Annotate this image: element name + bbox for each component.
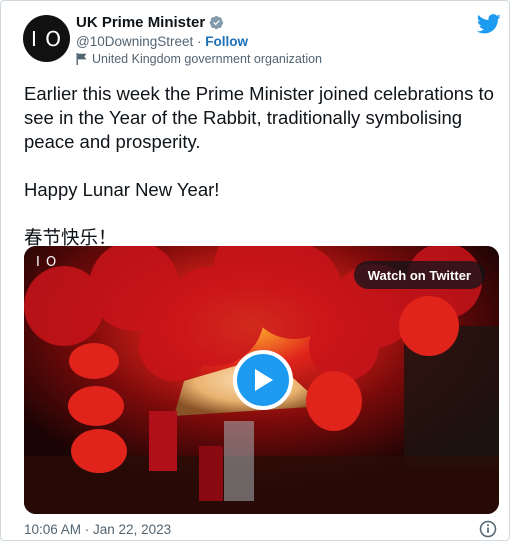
watch-on-twitter-button[interactable]: Watch on Twitter xyxy=(353,261,485,289)
media-logo-text: I O xyxy=(36,255,58,270)
tweet-paragraph: Earlier this week the Prime Minister joi… xyxy=(24,83,494,152)
affiliation-label: United Kingdom government organization xyxy=(76,52,322,66)
verified-badge-icon xyxy=(209,15,224,30)
tweet-paragraph: Happy Lunar New Year! xyxy=(24,179,220,200)
twitter-bird-icon[interactable] xyxy=(477,14,501,34)
flag-icon xyxy=(76,53,87,65)
author-name-line: UK Prime Minister xyxy=(76,14,224,31)
video-thumbnail[interactable]: I O Watch on Twitter xyxy=(24,246,499,514)
author-handle[interactable]: @10DowningStreet xyxy=(76,34,193,49)
play-icon xyxy=(255,369,273,391)
author-handle-line: @10DowningStreet · Follow xyxy=(76,34,248,49)
follow-link[interactable]: Follow xyxy=(205,34,248,49)
author-display-name[interactable]: UK Prime Minister xyxy=(76,14,205,31)
avatar-logo-text: I O xyxy=(31,26,62,51)
affiliation-text: United Kingdom government organization xyxy=(92,52,322,66)
play-button[interactable] xyxy=(233,350,293,410)
handle-separator: · xyxy=(193,34,206,49)
tweet-timestamp[interactable]: 10:06 AM · Jan 22, 2023 xyxy=(24,522,171,537)
tweet-card: I O UK Prime Minister @10DowningStreet ·… xyxy=(0,0,510,541)
info-icon[interactable] xyxy=(479,520,497,538)
avatar[interactable]: I O xyxy=(23,15,70,62)
